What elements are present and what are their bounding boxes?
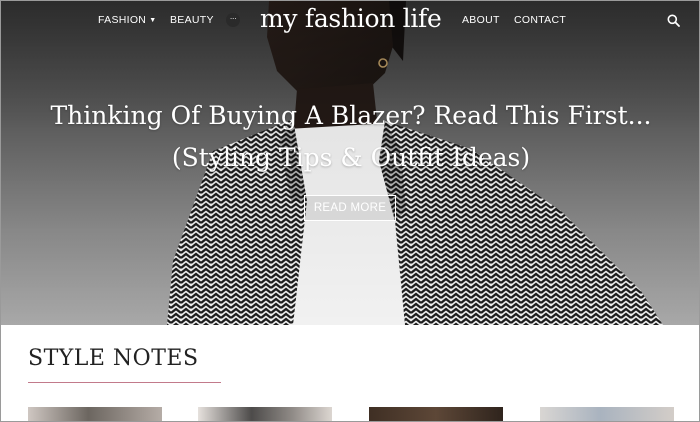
- nav-item-contact[interactable]: CONTACT: [514, 14, 566, 26]
- post-thumbnail-1[interactable]: [28, 407, 162, 421]
- section-divider: [28, 382, 221, 383]
- nav-item-about[interactable]: ABOUT: [462, 14, 500, 26]
- read-more-button[interactable]: READ MORE: [304, 195, 396, 221]
- nav-item-fashion[interactable]: FASHION ▼: [98, 14, 156, 26]
- hero-headline-line-1: Thinking Of Buying A Blazer? Read This F…: [50, 101, 652, 130]
- hero-banner[interactable]: FASHION ▼ BEAUTY ··· my fashion life ABOU…: [1, 1, 699, 325]
- nav-label-fashion: FASHION: [98, 14, 147, 26]
- nav-label-beauty: BEAUTY: [170, 14, 214, 26]
- ellipsis-icon[interactable]: ···: [226, 13, 240, 27]
- browser-viewport: FASHION ▼ BEAUTY ··· my fashion life ABOU…: [0, 0, 700, 422]
- section-title: STYLE NOTES: [28, 346, 199, 371]
- nav-label-about: ABOUT: [462, 14, 500, 26]
- hero-headline-line-2: (Styling Tips & Outfit Ideas): [171, 143, 531, 172]
- site-logo[interactable]: my fashion life: [260, 4, 442, 33]
- post-thumbnail-2[interactable]: [198, 407, 332, 421]
- main-navigation: FASHION ▼ BEAUTY ··· my fashion life ABOU…: [1, 1, 699, 41]
- post-thumbnail-3[interactable]: [369, 407, 503, 421]
- chevron-down-icon: ▼: [149, 17, 157, 24]
- nav-label-contact: CONTACT: [514, 14, 567, 26]
- search-icon[interactable]: [667, 14, 680, 27]
- nav-item-beauty[interactable]: BEAUTY: [170, 14, 214, 26]
- post-thumbnail-4[interactable]: [540, 407, 674, 421]
- hero-headline[interactable]: Thinking Of Buying A Blazer? Read This F…: [31, 95, 671, 179]
